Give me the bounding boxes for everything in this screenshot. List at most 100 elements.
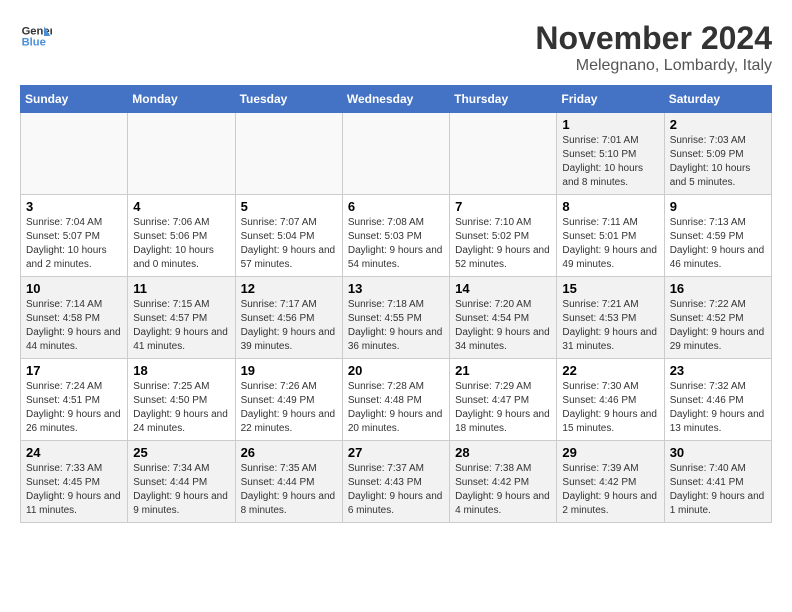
header-wednesday: Wednesday (342, 86, 449, 113)
calendar-cell (128, 113, 235, 195)
calendar-cell (21, 113, 128, 195)
day-number: 26 (241, 445, 337, 460)
day-info: Sunrise: 7:22 AM Sunset: 4:52 PM Dayligh… (670, 298, 766, 354)
header: General Blue November 2024 Melegnano, Lo… (20, 20, 772, 75)
day-info: Sunrise: 7:04 AM Sunset: 5:07 PM Dayligh… (26, 216, 122, 272)
day-info: Sunrise: 7:26 AM Sunset: 4:49 PM Dayligh… (241, 380, 337, 436)
day-info: Sunrise: 7:13 AM Sunset: 4:59 PM Dayligh… (670, 216, 766, 272)
day-info: Sunrise: 7:10 AM Sunset: 5:02 PM Dayligh… (455, 216, 551, 272)
day-number: 29 (562, 445, 658, 460)
day-number: 27 (348, 445, 444, 460)
calendar-cell: 30Sunrise: 7:40 AM Sunset: 4:41 PM Dayli… (664, 441, 771, 523)
header-monday: Monday (128, 86, 235, 113)
day-info: Sunrise: 7:15 AM Sunset: 4:57 PM Dayligh… (133, 298, 229, 354)
day-number: 10 (26, 281, 122, 296)
day-number: 5 (241, 199, 337, 214)
day-number: 16 (670, 281, 766, 296)
day-info: Sunrise: 7:29 AM Sunset: 4:47 PM Dayligh… (455, 380, 551, 436)
calendar-table: Sunday Monday Tuesday Wednesday Thursday… (20, 85, 772, 523)
day-info: Sunrise: 7:21 AM Sunset: 4:53 PM Dayligh… (562, 298, 658, 354)
header-row: Sunday Monday Tuesday Wednesday Thursday… (21, 86, 772, 113)
day-info: Sunrise: 7:38 AM Sunset: 4:42 PM Dayligh… (455, 462, 551, 518)
logo: General Blue (20, 20, 52, 52)
day-info: Sunrise: 7:28 AM Sunset: 4:48 PM Dayligh… (348, 380, 444, 436)
calendar-cell: 2 Sunrise: 7:03 AM Sunset: 5:09 PM Daylig… (664, 113, 771, 195)
day-info: Sunrise: 7:32 AM Sunset: 4:46 PM Dayligh… (670, 380, 766, 436)
calendar-cell: 10 Sunrise: 7:14 AM Sunset: 4:58 PM Dayli… (21, 277, 128, 359)
day-info: Sunrise: 7:01 AM Sunset: 5:10 PM Dayligh… (562, 134, 658, 190)
calendar-cell: 27 Sunrise: 7:37 AM Sunset: 4:43 PM Dayli… (342, 441, 449, 523)
calendar-cell: 24 Sunrise: 7:33 AM Sunset: 4:45 PM Dayli… (21, 441, 128, 523)
day-number: 28 (455, 445, 551, 460)
day-number: 13 (348, 281, 444, 296)
calendar-cell: 14 Sunrise: 7:20 AM Sunset: 4:54 PM Dayli… (450, 277, 557, 359)
day-number: 3 (26, 199, 122, 214)
calendar-cell: 3 Sunrise: 7:04 AM Sunset: 5:07 PM Daylig… (21, 195, 128, 277)
calendar-cell: 7 Sunrise: 7:10 AM Sunset: 5:02 PM Daylig… (450, 195, 557, 277)
day-number: 22 (562, 363, 658, 378)
day-number: 19 (241, 363, 337, 378)
calendar-cell (450, 113, 557, 195)
calendar-cell: 16 Sunrise: 7:22 AM Sunset: 4:52 PM Dayli… (664, 277, 771, 359)
day-number: 11 (133, 281, 229, 296)
day-number: 17 (26, 363, 122, 378)
day-info: Sunrise: 7:03 AM Sunset: 5:09 PM Dayligh… (670, 134, 766, 190)
day-number: 21 (455, 363, 551, 378)
calendar-cell: 22Sunrise: 7:30 AM Sunset: 4:46 PM Dayli… (557, 359, 664, 441)
calendar-cell: 26 Sunrise: 7:35 AM Sunset: 4:44 PM Dayli… (235, 441, 342, 523)
day-number: 23 (670, 363, 766, 378)
calendar-week-2: 10 Sunrise: 7:14 AM Sunset: 4:58 PM Dayli… (21, 277, 772, 359)
calendar-cell: 5 Sunrise: 7:07 AM Sunset: 5:04 PM Daylig… (235, 195, 342, 277)
day-number: 6 (348, 199, 444, 214)
day-number: 7 (455, 199, 551, 214)
calendar-cell (235, 113, 342, 195)
calendar-cell: 23 Sunrise: 7:32 AM Sunset: 4:46 PM Dayli… (664, 359, 771, 441)
header-sunday: Sunday (21, 86, 128, 113)
calendar-cell: 20 Sunrise: 7:28 AM Sunset: 4:48 PM Dayli… (342, 359, 449, 441)
calendar-cell: 13Sunrise: 7:18 AM Sunset: 4:55 PM Dayli… (342, 277, 449, 359)
calendar-cell: 1 Sunrise: 7:01 AM Sunset: 5:10 PM Daylig… (557, 113, 664, 195)
day-number: 4 (133, 199, 229, 214)
calendar-cell: 11 Sunrise: 7:15 AM Sunset: 4:57 PM Dayli… (128, 277, 235, 359)
day-number: 14 (455, 281, 551, 296)
calendar-header: Sunday Monday Tuesday Wednesday Thursday… (21, 86, 772, 113)
calendar-week-1: 3 Sunrise: 7:04 AM Sunset: 5:07 PM Daylig… (21, 195, 772, 277)
day-number: 15 (562, 281, 658, 296)
svg-text:Blue: Blue (22, 37, 46, 49)
day-info: Sunrise: 7:08 AM Sunset: 5:03 PM Dayligh… (348, 216, 444, 272)
day-info: Sunrise: 7:34 AM Sunset: 4:44 PM Dayligh… (133, 462, 229, 518)
calendar-cell: 28 Sunrise: 7:38 AM Sunset: 4:42 PM Dayli… (450, 441, 557, 523)
day-number: 30 (670, 445, 766, 460)
day-info: Sunrise: 7:11 AM Sunset: 5:01 PM Dayligh… (562, 216, 658, 272)
day-number: 18 (133, 363, 229, 378)
calendar-cell: 21 Sunrise: 7:29 AM Sunset: 4:47 PM Dayli… (450, 359, 557, 441)
day-info: Sunrise: 7:37 AM Sunset: 4:43 PM Dayligh… (348, 462, 444, 518)
day-number: 9 (670, 199, 766, 214)
calendar-cell: 17 Sunrise: 7:24 AM Sunset: 4:51 PM Dayli… (21, 359, 128, 441)
day-number: 20 (348, 363, 444, 378)
calendar-cell: 9 Sunrise: 7:13 AM Sunset: 4:59 PM Daylig… (664, 195, 771, 277)
calendar-week-3: 17 Sunrise: 7:24 AM Sunset: 4:51 PM Dayli… (21, 359, 772, 441)
calendar-cell: 19 Sunrise: 7:26 AM Sunset: 4:49 PM Dayli… (235, 359, 342, 441)
calendar-cell: 15 Sunrise: 7:21 AM Sunset: 4:53 PM Dayli… (557, 277, 664, 359)
calendar-cell (342, 113, 449, 195)
day-info: Sunrise: 7:07 AM Sunset: 5:04 PM Dayligh… (241, 216, 337, 272)
day-number: 2 (670, 117, 766, 132)
month-title: November 2024 (535, 20, 772, 57)
day-info: Sunrise: 7:14 AM Sunset: 4:58 PM Dayligh… (26, 298, 122, 354)
calendar-body: 1 Sunrise: 7:01 AM Sunset: 5:10 PM Daylig… (21, 113, 772, 523)
header-tuesday: Tuesday (235, 86, 342, 113)
header-thursday: Thursday (450, 86, 557, 113)
day-number: 24 (26, 445, 122, 460)
calendar-cell: 12Sunrise: 7:17 AM Sunset: 4:56 PM Dayli… (235, 277, 342, 359)
day-info: Sunrise: 7:35 AM Sunset: 4:44 PM Dayligh… (241, 462, 337, 518)
day-info: Sunrise: 7:39 AM Sunset: 4:42 PM Dayligh… (562, 462, 658, 518)
day-number: 1 (562, 117, 658, 132)
day-info: Sunrise: 7:20 AM Sunset: 4:54 PM Dayligh… (455, 298, 551, 354)
day-info: Sunrise: 7:24 AM Sunset: 4:51 PM Dayligh… (26, 380, 122, 436)
calendar-cell: 18Sunrise: 7:25 AM Sunset: 4:50 PM Dayli… (128, 359, 235, 441)
calendar-week-0: 1 Sunrise: 7:01 AM Sunset: 5:10 PM Daylig… (21, 113, 772, 195)
day-info: Sunrise: 7:06 AM Sunset: 5:06 PM Dayligh… (133, 216, 229, 272)
day-info: Sunrise: 7:33 AM Sunset: 4:45 PM Dayligh… (26, 462, 122, 518)
location-title: Melegnano, Lombardy, Italy (535, 57, 772, 75)
